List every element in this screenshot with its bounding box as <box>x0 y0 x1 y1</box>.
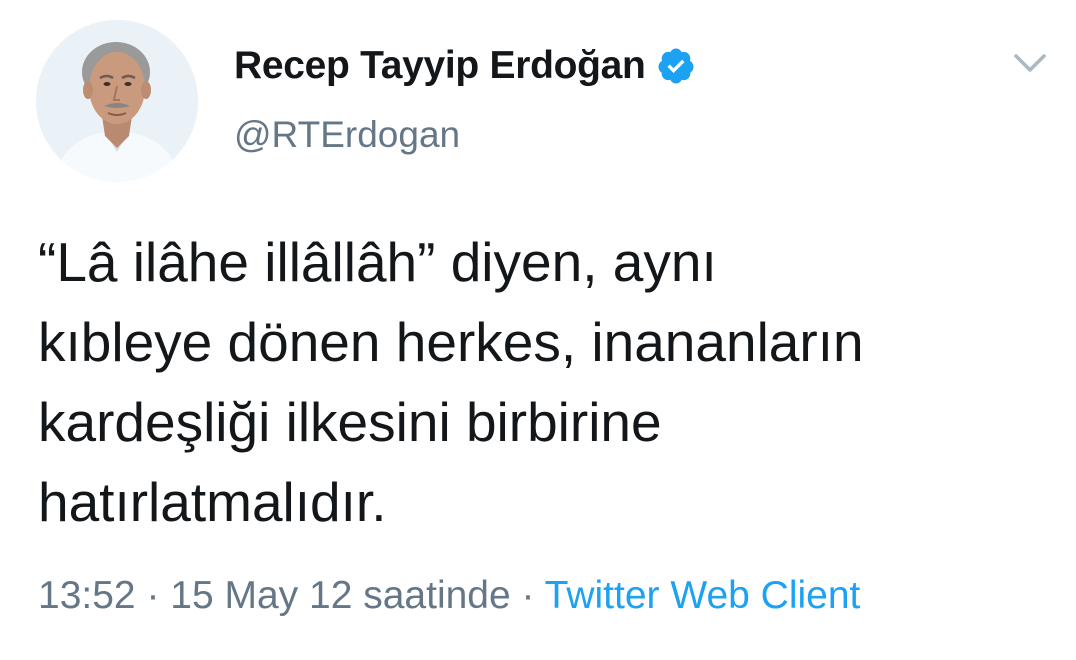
tweet-text-line: kardeşliği ilkesini birbirine <box>38 391 662 453</box>
author-name-row[interactable]: Recep Tayyip Erdoğan <box>234 38 696 94</box>
tweet-metadata: 13:52 · 15 May 12 saatinde · Twitter Web… <box>38 574 860 618</box>
profile-photo-icon <box>36 20 198 182</box>
tweet-text-line: hatırlatmalıdır. <box>38 471 387 533</box>
tweet-text-line: kıbleye dönen herkes, inananların <box>38 311 864 373</box>
author-display-name[interactable]: Recep Tayyip Erdoğan <box>234 44 646 88</box>
meta-separator: · <box>135 574 171 617</box>
verified-badge-icon <box>656 46 696 86</box>
meta-separator: · <box>510 574 545 617</box>
tweet-text: “Lâ ilâhe illâllâh” diyen, aynı kıbleye … <box>38 222 1048 542</box>
chevron-down-icon[interactable] <box>1010 48 1050 78</box>
author-handle[interactable]: @RTErdogan <box>234 114 460 156</box>
avatar[interactable] <box>36 20 198 182</box>
tweet-source-link[interactable]: Twitter Web Client <box>545 574 861 617</box>
tweet-card: Recep Tayyip Erdoğan @RTErdogan “Lâ ilâh… <box>0 0 1076 660</box>
tweet-date[interactable]: 15 May 12 saatinde <box>170 574 510 617</box>
tweet-timestamp[interactable]: 13:52 <box>38 574 136 617</box>
tweet-text-line: “Lâ ilâhe illâllâh” diyen, aynı <box>38 231 717 293</box>
